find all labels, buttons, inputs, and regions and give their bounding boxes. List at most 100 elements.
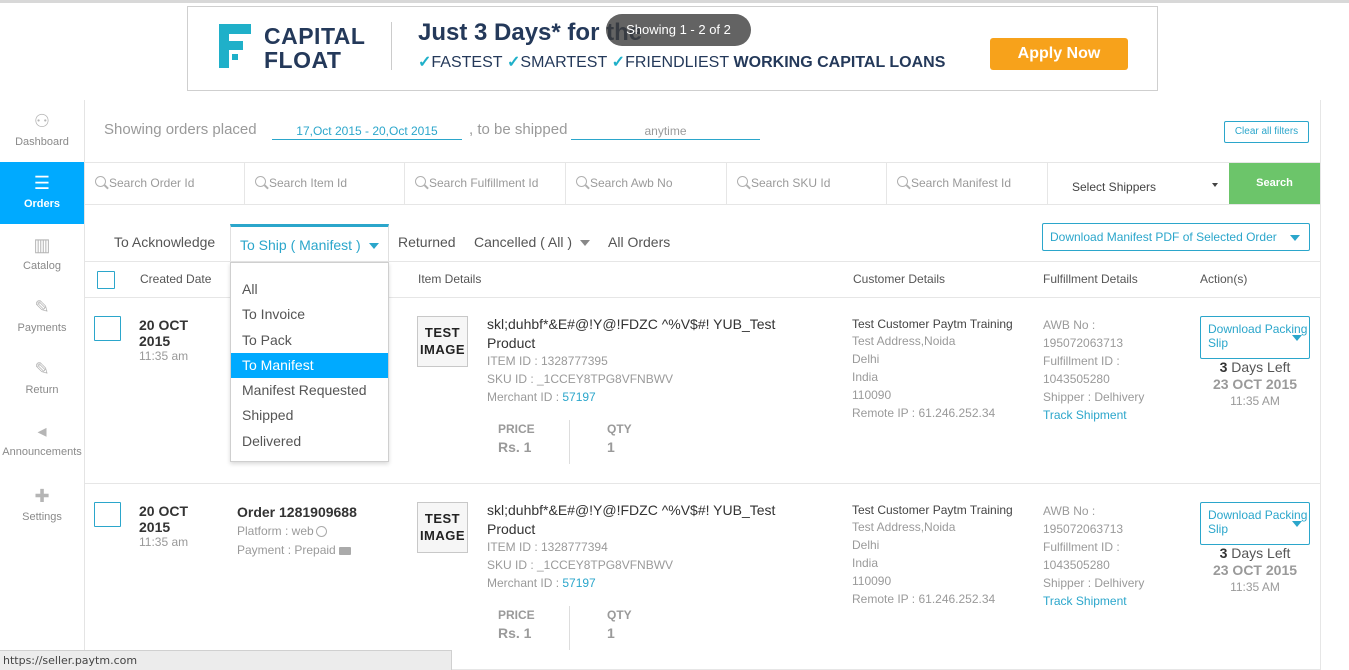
tab-returned[interactable]: Returned — [398, 234, 456, 250]
merchant-id-link[interactable]: 57197 — [562, 576, 595, 590]
capital-float-wordmark: CAPITAL FLOAT — [264, 23, 366, 73]
sidebar-item-label: Announcements — [2, 446, 82, 458]
content-right-border — [1320, 100, 1321, 670]
search-icon — [737, 176, 748, 187]
ship-status-dropdown: All To Invoice To Pack To Manifest Manif… — [230, 262, 389, 462]
download-manifest-button[interactable]: Download Manifest PDF of Selected Order — [1042, 223, 1310, 251]
fulfillment-id: 1043505280 — [1043, 372, 1110, 386]
order-number[interactable]: Order 1281909688 — [237, 504, 357, 520]
days-left: 3 Days Left — [1219, 545, 1291, 561]
dropdown-item-shipped[interactable]: Shipped — [231, 403, 388, 428]
dropdown-item-manifest-requested[interactable]: Manifest Requested — [231, 378, 388, 403]
customer-address: Test Address,Noida — [852, 520, 956, 534]
price-label: PRICE — [498, 422, 535, 436]
customer-country: India — [852, 370, 879, 384]
search-item-id-input[interactable]: Search Item Id — [245, 163, 405, 204]
search-manifest-id-input[interactable]: Search Manifest Id — [887, 163, 1048, 204]
sidebar-item-label: Catalog — [23, 260, 61, 272]
col-created-date: Created Date — [140, 272, 212, 286]
track-shipment-link[interactable]: Track Shipment — [1043, 408, 1127, 422]
sidebar-item-payments[interactable]: ✎ Payments — [0, 286, 84, 348]
search-icon — [576, 176, 587, 187]
search-icon — [95, 176, 106, 187]
caret-down-icon — [1292, 335, 1302, 341]
row-checkbox[interactable] — [94, 502, 121, 527]
date-range-field[interactable]: 17,Oct 2015 - 20,Oct 2015 — [272, 124, 462, 140]
sidebar-item-return[interactable]: ✎ Return — [0, 348, 84, 410]
download-packing-slip-button[interactable]: Download Packing Slip — [1200, 502, 1310, 545]
sidebar-item-label: Dashboard — [15, 136, 69, 148]
table-row: 20 OCT 2015 11:35 am Order 1281909688 Pl… — [85, 484, 1320, 670]
qty-value: 1 — [607, 625, 615, 641]
dropdown-item-to-pack[interactable]: To Pack — [231, 328, 388, 353]
tab-all-orders[interactable]: All Orders — [608, 234, 670, 250]
download-packing-slip-button[interactable]: Download Packing Slip — [1200, 316, 1310, 359]
dropdown-item-to-manifest[interactable]: To Manifest — [231, 352, 388, 379]
tab-to-ship[interactable]: To Ship ( Manifest ) — [230, 224, 389, 262]
sidebar-item-orders[interactable]: ☰ Orders — [0, 162, 84, 224]
customer-country: India — [852, 556, 879, 570]
globe-icon — [315, 526, 327, 538]
wrench-icon: ✚ — [34, 486, 50, 506]
item-id: ITEM ID : 1328777395 — [487, 354, 608, 368]
tab-to-acknowledge[interactable]: To Acknowledge — [114, 234, 215, 250]
col-item-details: Item Details — [418, 272, 482, 286]
customer-name: Test Customer Paytm Training — [852, 503, 1013, 517]
sidebar-item-announcements[interactable]: ◂ Announcements — [0, 410, 84, 472]
price-label: PRICE — [498, 608, 535, 622]
return-icon: ✎ — [34, 359, 50, 379]
qty-label: QTY — [607, 608, 632, 622]
dropdown-item-delivered[interactable]: Delivered — [231, 429, 388, 454]
shipper-select[interactable]: Select Shippers — [1048, 163, 1228, 204]
tab-cancelled[interactable]: Cancelled ( All ) — [474, 234, 591, 250]
ship-date-field[interactable]: anytime — [571, 124, 760, 140]
results-toast: Showing 1 - 2 of 2 — [606, 14, 751, 46]
awb-number: 195072063713 — [1043, 336, 1124, 350]
banner-divider — [391, 22, 392, 70]
col-actions: Action(s) — [1200, 272, 1248, 286]
fulfillment-id: 1043505280 — [1043, 558, 1110, 572]
merchant-id-link[interactable]: 57197 — [562, 390, 595, 404]
row-created-time: 11:35 am — [139, 349, 189, 363]
search-icon — [415, 176, 426, 187]
product-thumbnail[interactable]: TEST IMAGE — [417, 316, 468, 367]
search-order-id-input[interactable]: Search Order Id — [85, 163, 245, 204]
search-awb-input[interactable]: Search Awb No — [566, 163, 727, 204]
sidebar-item-label: Settings — [22, 511, 62, 523]
apply-now-button[interactable]: Apply Now — [990, 38, 1128, 70]
app-root: CAPITAL FLOAT Just 3 Days* for the ✓FAST… — [0, 0, 1349, 670]
caret-down-icon — [1292, 521, 1302, 527]
banner-subline: ✓FASTEST ✓SMARTEST ✓FRIENDLIEST WORKING … — [418, 54, 946, 71]
search-fulfillment-id-input[interactable]: Search Fulfillment Id — [405, 163, 566, 204]
search-button[interactable]: Search — [1229, 163, 1320, 204]
row-checkbox[interactable] — [94, 316, 121, 341]
sidebar-item-settings[interactable]: ✚ Settings — [0, 475, 84, 537]
due-date: 23 OCT 2015 — [1212, 376, 1298, 392]
sidebar-item-catalog[interactable]: ▥ Catalog — [0, 224, 84, 286]
customer-address: Test Address,Noida — [852, 334, 956, 348]
dropdown-item-to-invoice[interactable]: To Invoice — [231, 302, 388, 327]
sidebar-item-dashboard[interactable]: ⚇ Dashboard — [0, 100, 84, 162]
row-created-date: 20 OCT 2015 — [139, 317, 189, 349]
ad-banner-area: CAPITAL FLOAT Just 3 Days* for the ✓FAST… — [0, 0, 1349, 100]
customer-pin: 110090 — [852, 574, 892, 588]
due-time: 11:35 AM — [1230, 580, 1280, 594]
clear-filters-button[interactable]: Clear all filters — [1224, 121, 1309, 143]
caret-down-icon — [1290, 235, 1300, 241]
browser-status-url: https://seller.paytm.com — [0, 650, 452, 670]
remote-ip: Remote IP : 61.246.252.34 — [852, 406, 996, 420]
sidebar-item-label: Payments — [17, 322, 67, 334]
awb-label: AWB No : — [1043, 504, 1096, 518]
sku-id: SKU ID : _1CCEY8TPG8VFNBWV — [487, 558, 674, 572]
track-shipment-link[interactable]: Track Shipment — [1043, 594, 1127, 608]
caret-down-icon — [1212, 183, 1218, 187]
filter-summary-prefix: Showing orders placed — [104, 121, 257, 138]
select-all-checkbox[interactable] — [97, 271, 115, 289]
price-value: Rs. 1 — [498, 439, 532, 455]
capital-float-logo-icon — [219, 24, 251, 68]
search-sku-id-input[interactable]: Search SKU Id — [727, 163, 887, 204]
product-thumbnail[interactable]: TEST IMAGE — [417, 502, 468, 553]
dropdown-item-all[interactable]: All — [231, 277, 388, 302]
caret-down-icon — [368, 243, 379, 250]
sidebar-item-label: Orders — [23, 198, 61, 210]
